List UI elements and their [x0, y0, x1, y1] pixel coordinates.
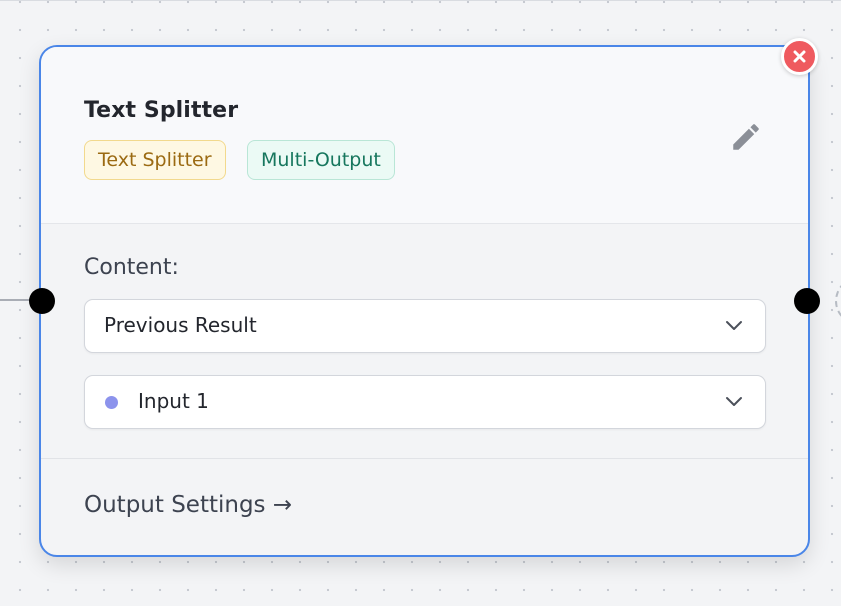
chevron-down-icon [726, 321, 742, 330]
input-color-dot [105, 396, 118, 409]
node-header: Text Splitter Text Splitter Multi-Output [41, 47, 808, 224]
content-label: Content: [84, 255, 179, 280]
pencil-icon[interactable] [729, 120, 763, 154]
input-select[interactable]: Input 1 [84, 375, 766, 429]
adjacent-node-outline [835, 277, 841, 325]
content-source-value: Previous Result [104, 313, 257, 337]
output-settings-link[interactable]: Output Settings → [84, 492, 292, 518]
close-node-button[interactable] [781, 38, 818, 75]
text-splitter-node[interactable]: Text Splitter Text Splitter Multi-Output… [39, 45, 810, 557]
multi-output-badge: Multi-Output [247, 140, 395, 180]
chevron-down-icon [726, 397, 742, 406]
input-handle[interactable] [29, 288, 55, 314]
node-type-badge: Text Splitter [84, 140, 226, 180]
input-select-value: Input 1 [138, 389, 209, 413]
content-source-select[interactable]: Previous Result [84, 299, 766, 353]
close-icon [793, 50, 806, 63]
node-title: Text Splitter [84, 98, 239, 123]
output-handle[interactable] [794, 288, 820, 314]
section-divider [41, 458, 808, 459]
canvas-top-border [0, 0, 841, 1]
